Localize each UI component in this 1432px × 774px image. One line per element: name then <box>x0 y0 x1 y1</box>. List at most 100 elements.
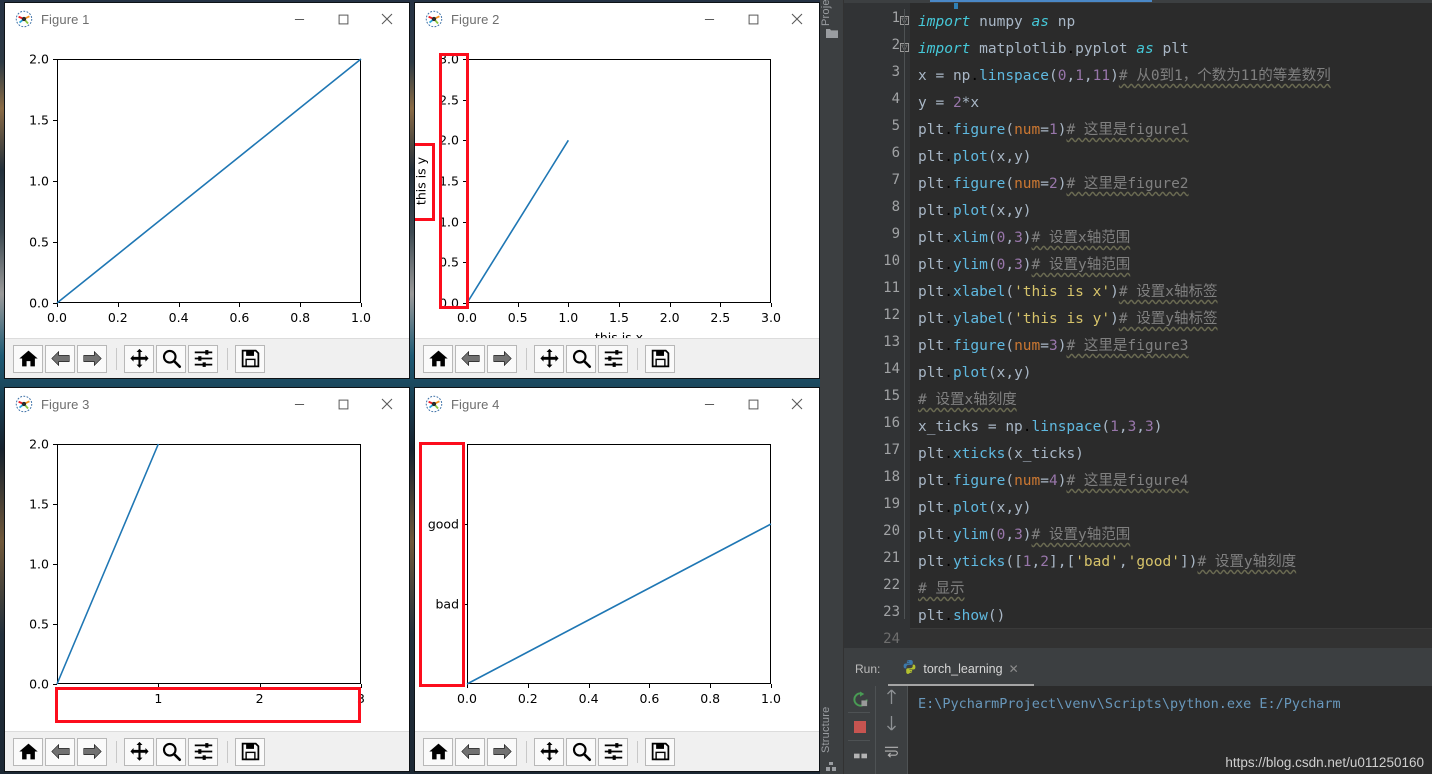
configure-subplots-icon[interactable] <box>598 738 628 766</box>
zoom-magnifier-icon[interactable] <box>566 738 596 766</box>
code-text-area[interactable]: import numpy as npimport matplotlib.pypl… <box>910 3 1432 648</box>
back-arrow-icon[interactable] <box>45 738 75 766</box>
rerun-icon[interactable] <box>847 688 873 710</box>
code-line[interactable]: x_ticks = np.linspace(1,3,3) <box>918 414 1163 441</box>
code-line[interactable]: x = np.linspace(0,1,11)# 从0到1，个数为11的等差数列 <box>918 63 1331 90</box>
print-icon[interactable] <box>847 744 873 766</box>
figure-canvas[interactable]: 1230.00.51.01.52.0 <box>5 420 409 731</box>
soft-wrap-icon[interactable] <box>878 740 904 762</box>
code-line[interactable]: plt.figure(num=4)# 这里是figure4 <box>918 468 1189 495</box>
minimize-icon[interactable] <box>277 388 321 420</box>
figure-window-4[interactable]: Figure 40.00.20.40.60.81.0badgood <box>414 387 820 772</box>
forward-arrow-icon[interactable] <box>77 345 107 373</box>
forward-arrow-icon[interactable] <box>77 738 107 766</box>
code-line[interactable]: plt.plot(x,y) <box>918 198 1032 225</box>
zoom-magnifier-icon[interactable] <box>156 345 186 373</box>
home-icon[interactable] <box>423 345 453 373</box>
python-icon <box>902 659 917 679</box>
minimize-icon[interactable] <box>687 388 731 420</box>
sidebar-item-structure[interactable]: Structure <box>820 700 844 760</box>
code-line[interactable]: import numpy as np <box>918 9 1075 36</box>
matplotlib-icon <box>15 10 33 28</box>
figure-window-1[interactable]: Figure 1 0.00.20.40.60.81.00.00.51.01.52.… <box>4 2 410 379</box>
code-line[interactable]: plt.figure(num=2)# 这里是figure2 <box>918 171 1189 198</box>
code-line[interactable]: plt.plot(x,y) <box>918 360 1032 387</box>
line-number: 12 <box>883 307 900 323</box>
close-icon[interactable] <box>365 388 409 420</box>
divider <box>848 740 870 741</box>
matplotlib-icon <box>425 10 443 28</box>
close-icon[interactable] <box>775 388 819 420</box>
code-editor[interactable]: ▽ ▽ 123456789101112131415161718192021222… <box>844 0 1432 648</box>
editor-gutter[interactable]: ▽ ▽ 123456789101112131415161718192021222… <box>844 3 910 648</box>
home-icon[interactable] <box>13 738 43 766</box>
zoom-magnifier-icon[interactable] <box>156 738 186 766</box>
run-tab-name: torch_learning <box>923 662 1002 676</box>
run-configuration-tab[interactable]: torch_learning ✕ <box>902 659 1018 679</box>
sidebar-item-project[interactable]: Project <box>820 0 844 30</box>
home-icon[interactable] <box>423 738 453 766</box>
save-floppy-icon[interactable] <box>645 738 675 766</box>
configure-subplots-icon[interactable] <box>598 345 628 373</box>
forward-arrow-icon[interactable] <box>487 345 517 373</box>
close-icon[interactable] <box>365 3 409 35</box>
save-floppy-icon[interactable] <box>235 345 265 373</box>
home-icon[interactable] <box>13 345 43 373</box>
code-line[interactable]: plt.yticks([1,2],['bad','good'])# 设置y轴刻度 <box>918 549 1296 576</box>
code-line[interactable]: plt.ylabel('this is y')# 设置y轴标签 <box>918 306 1218 333</box>
code-line[interactable]: plt.xlim(0,3)# 设置x轴范围 <box>918 225 1130 252</box>
matplotlib-navigation-toolbar[interactable] <box>415 731 819 771</box>
figure-window-2[interactable]: Figure 20.00.51.01.52.02.53.00.00.51.01.… <box>414 2 820 379</box>
zoom-magnifier-icon[interactable] <box>566 345 596 373</box>
minimize-icon[interactable] <box>687 3 731 35</box>
maximize-icon[interactable] <box>321 388 365 420</box>
pan-move-icon[interactable] <box>534 345 564 373</box>
maximize-icon[interactable] <box>321 3 365 35</box>
figure-titlebar[interactable]: Figure 3 <box>5 388 409 420</box>
matplotlib-navigation-toolbar[interactable] <box>415 338 819 378</box>
configure-subplots-icon[interactable] <box>188 738 218 766</box>
save-floppy-icon[interactable] <box>645 345 675 373</box>
code-line[interactable]: plt.figure(num=1)# 这里是figure1 <box>918 117 1189 144</box>
pan-move-icon[interactable] <box>124 345 154 373</box>
maximize-icon[interactable] <box>731 3 775 35</box>
forward-arrow-icon[interactable] <box>487 738 517 766</box>
code-line[interactable]: plt.show() <box>918 603 1005 630</box>
code-line[interactable]: plt.plot(x,y) <box>918 495 1032 522</box>
figure-canvas[interactable]: 0.00.20.40.60.81.0badgood <box>415 420 819 731</box>
stop-icon[interactable] <box>847 716 873 738</box>
code-line[interactable]: y = 2*x <box>918 90 979 117</box>
close-icon[interactable]: ✕ <box>1009 662 1019 676</box>
minimize-icon[interactable] <box>277 3 321 35</box>
code-line[interactable]: # 显示 <box>918 576 964 603</box>
line-number: 24 <box>883 631 900 647</box>
figure-canvas[interactable]: 0.00.51.01.52.02.53.00.00.51.01.52.02.53… <box>415 35 819 338</box>
figure-canvas[interactable]: 0.00.20.40.60.81.00.00.51.01.52.0 <box>5 35 409 338</box>
back-arrow-icon[interactable] <box>455 738 485 766</box>
figure-window-3[interactable]: Figure 31230.00.51.01.52.0 <box>4 387 410 772</box>
close-icon[interactable] <box>775 3 819 35</box>
figure-title: Figure 1 <box>41 12 277 27</box>
code-line[interactable]: plt.xlabel('this is x')# 设置x轴标签 <box>918 279 1218 306</box>
code-line[interactable]: plt.plot(x,y) <box>918 144 1032 171</box>
back-arrow-icon[interactable] <box>45 345 75 373</box>
scroll-down-icon[interactable] <box>878 712 904 734</box>
code-line[interactable]: import matplotlib.pyplot as plt <box>918 36 1189 63</box>
maximize-icon[interactable] <box>731 388 775 420</box>
code-line[interactable]: plt.xticks(x_ticks) <box>918 441 1084 468</box>
pan-move-icon[interactable] <box>534 738 564 766</box>
code-line[interactable]: plt.ylim(0,3)# 设置y轴范围 <box>918 252 1130 279</box>
code-line[interactable]: plt.ylim(0,3)# 设置y轴范围 <box>918 522 1130 549</box>
matplotlib-navigation-toolbar[interactable] <box>5 338 409 378</box>
figure-titlebar[interactable]: Figure 4 <box>415 388 819 420</box>
figure-titlebar[interactable]: Figure 1 <box>5 3 409 35</box>
scroll-up-icon[interactable] <box>878 686 904 708</box>
configure-subplots-icon[interactable] <box>188 345 218 373</box>
code-line[interactable]: plt.figure(num=3)# 这里是figure3 <box>918 333 1189 360</box>
code-line[interactable]: # 设置x轴刻度 <box>918 387 1017 414</box>
back-arrow-icon[interactable] <box>455 345 485 373</box>
matplotlib-navigation-toolbar[interactable] <box>5 731 409 771</box>
pan-move-icon[interactable] <box>124 738 154 766</box>
save-floppy-icon[interactable] <box>235 738 265 766</box>
figure-titlebar[interactable]: Figure 2 <box>415 3 819 35</box>
